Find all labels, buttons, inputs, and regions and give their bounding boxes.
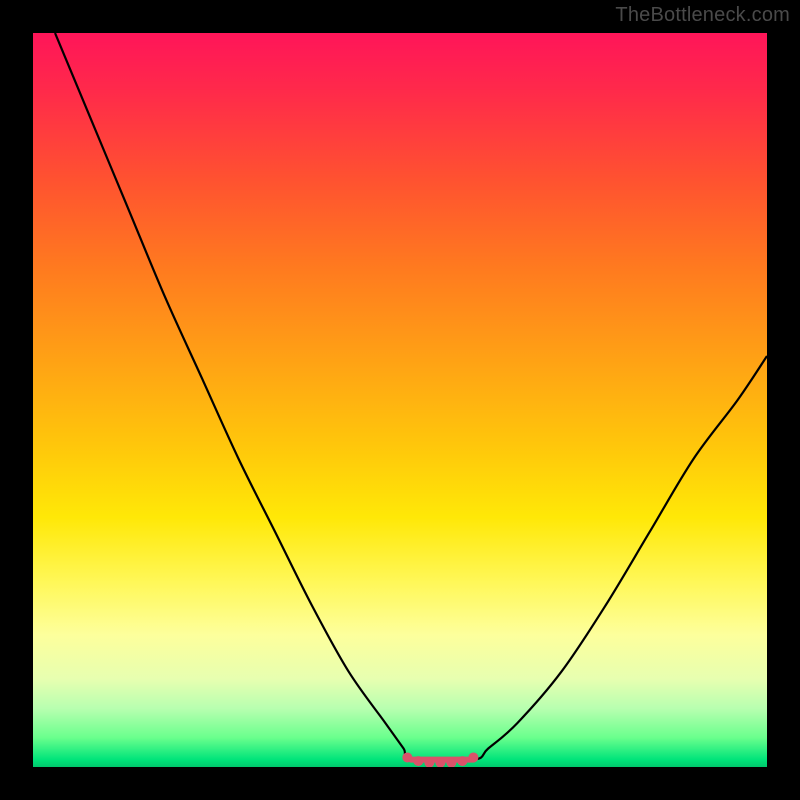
marker-dot	[458, 757, 467, 766]
marker-dot	[414, 757, 423, 766]
bottleneck-curve	[55, 33, 767, 761]
marker-dot	[403, 753, 412, 762]
marker-dot	[425, 758, 434, 767]
marker-dot	[447, 758, 456, 767]
marker-dot	[469, 753, 478, 762]
marker-dot	[436, 758, 445, 767]
chart-root: TheBottleneck.com	[0, 0, 800, 800]
curve-layer	[33, 33, 767, 767]
bottom-markers	[403, 753, 478, 767]
plot-area	[33, 33, 767, 767]
watermark-text: TheBottleneck.com	[615, 4, 790, 27]
